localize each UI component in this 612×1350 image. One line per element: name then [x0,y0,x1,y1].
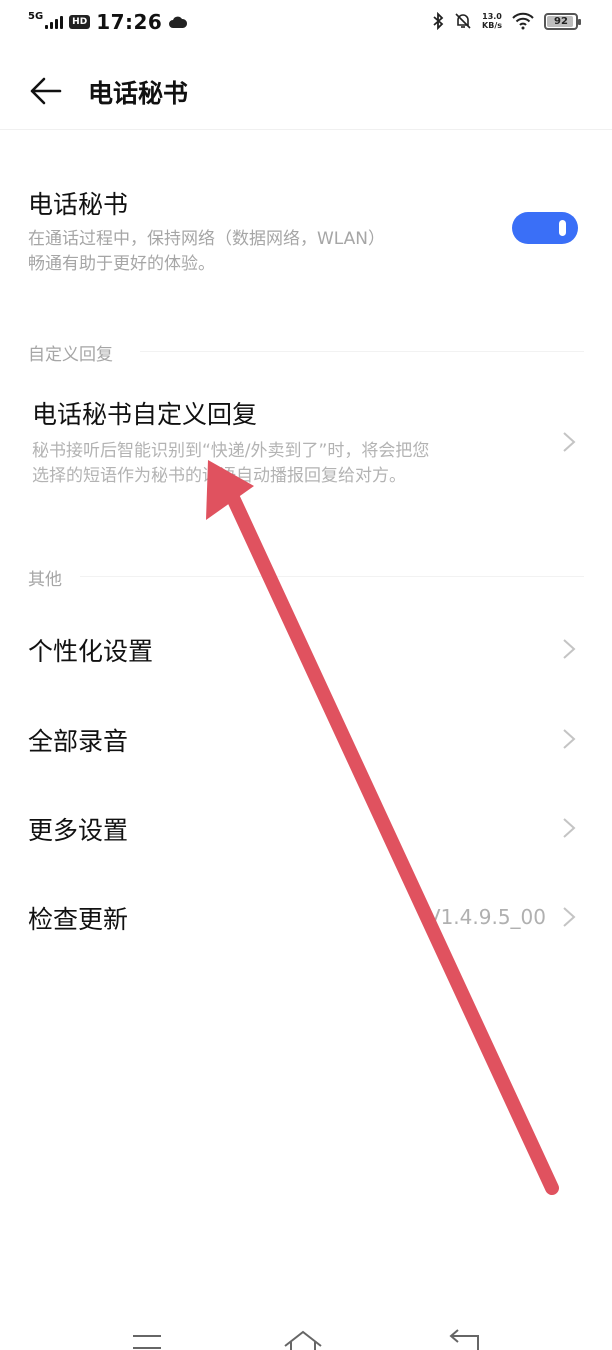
chevron-right-icon [563,432,576,452]
bluetooth-icon [433,12,444,30]
page-title: 电话秘书 [88,79,189,108]
speed-value: 13.0 [482,12,502,21]
section-label-custom: 自定义回复 [28,345,113,365]
chevron-right-icon [563,907,576,927]
all-recordings-label: 全部录音 [28,727,129,756]
all-recordings-row[interactable]: 全部录音 [0,710,612,770]
signal-icon [45,15,64,29]
battery-level: 92 [554,15,568,27]
secretary-description: 在通话过程中，保持网络（数据网络，WLAN） 畅通有助于更好的体验。 [28,227,584,277]
arrow-left-icon [30,77,62,105]
personalization-label: 个性化设置 [28,637,154,666]
status-right: 13.0 KB/s 92 [432,12,581,30]
version-value: V1.4.9.5_00 [426,905,546,929]
status-bar: 5G HD 17:26 13.0 KB/s 92 [0,0,612,46]
bell-off-icon [455,13,471,29]
secretary-toggle-row[interactable]: 电话秘书 在通话过程中，保持网络（数据网络，WLAN） 畅通有助于更好的体验。 [28,185,584,285]
custom-reply-row[interactable]: 电话秘书自定义回复 秘书接听后智能识别到“快递/外卖到了”时，将会把您 选择的短… [0,395,612,505]
chevron-right-icon [563,818,576,838]
hd-badge: HD [69,15,91,29]
network-speed: 13.0 KB/s [482,12,502,30]
section-divider [140,351,584,352]
home-icon[interactable] [283,1328,323,1350]
menu-icon[interactable] [132,1328,162,1350]
section-label-other: 其他 [28,570,62,590]
more-settings-label: 更多设置 [28,816,129,845]
section-divider [80,576,584,577]
custom-reply-desc-line1: 秘书接听后智能识别到“快递/外卖到了”时，将会把您 [32,441,430,461]
status-left: 5G HD 17:26 [28,10,188,34]
back-button[interactable] [28,74,68,108]
secretary-desc-line1: 在通话过程中，保持网络（数据网络，WLAN） [28,229,386,249]
custom-reply-title: 电话秘书自定义回复 [32,400,258,429]
back-nav-icon[interactable] [448,1328,480,1350]
switch-knob [559,220,566,236]
secretary-title: 电话秘书 [28,190,129,219]
wifi-icon [512,12,534,30]
check-update-label: 检查更新 [28,905,129,934]
custom-reply-desc-line2: 选择的短语作为秘书的话语自动播报回复给对方。 [32,466,406,486]
chevron-right-icon [563,729,576,749]
status-time: 17:26 [96,10,163,34]
network-type: 5G [28,11,44,22]
app-header: 电话秘书 [0,60,612,130]
cloud-icon [169,16,188,28]
check-update-row[interactable]: 检查更新 V1.4.9.5_00 [0,888,612,948]
system-nav-bar [0,1310,612,1350]
battery-icon: 92 [544,12,581,30]
secretary-desc-line2: 畅通有助于更好的体验。 [28,254,215,274]
more-settings-row[interactable]: 更多设置 [0,799,612,859]
custom-reply-description: 秘书接听后智能识别到“快递/外卖到了”时，将会把您 选择的短语作为秘书的话语自动… [32,439,532,489]
speed-unit: KB/s [482,21,502,30]
chevron-right-icon [563,639,576,659]
personalization-row[interactable]: 个性化设置 [0,620,612,680]
secretary-switch[interactable] [512,212,578,244]
